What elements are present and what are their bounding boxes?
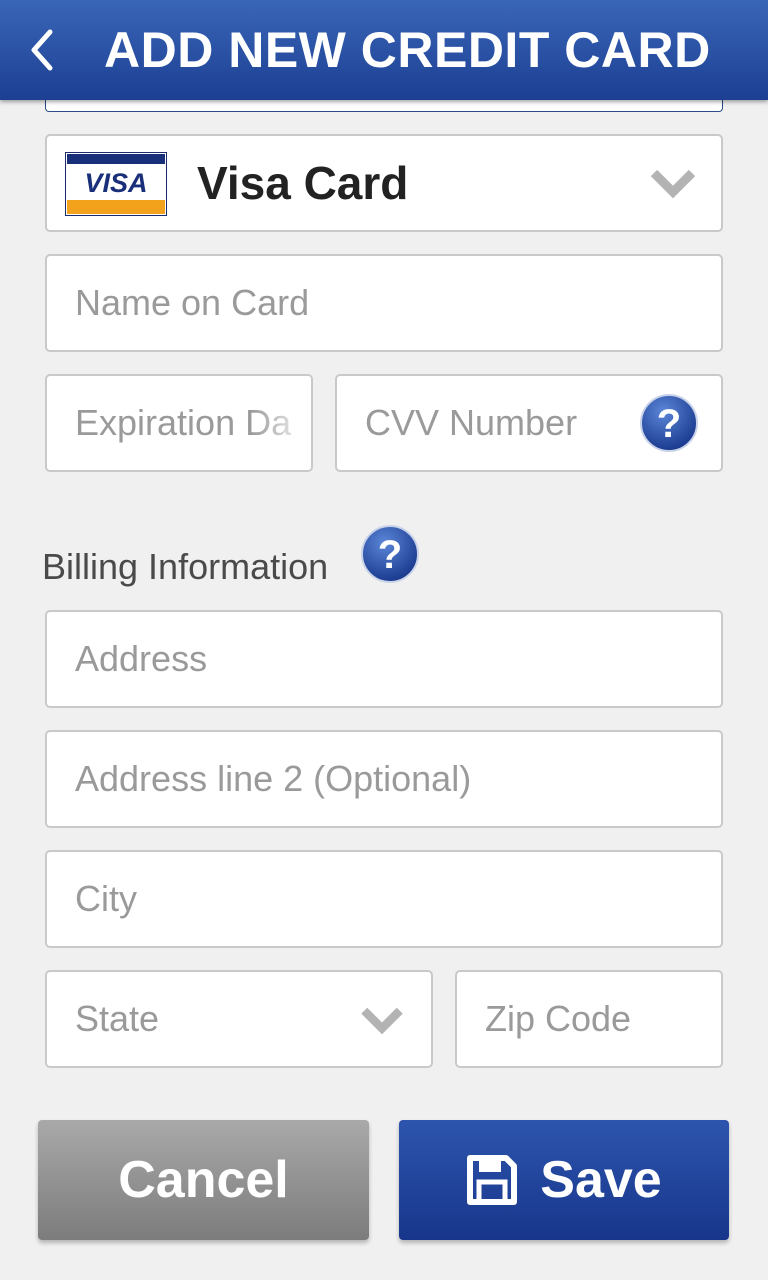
name-on-card-field[interactable]: Name on Card: [45, 254, 723, 352]
card-type-label: Visa Card: [197, 157, 409, 209]
cancel-button[interactable]: Cancel: [38, 1120, 369, 1240]
cvv-field[interactable]: CVV Number ?: [335, 374, 723, 472]
address-placeholder: Address: [75, 638, 208, 679]
cancel-button-label: Cancel: [118, 1151, 289, 1209]
zip-code-field[interactable]: Zip Code: [455, 970, 723, 1068]
floppy-disk-icon: [467, 1155, 518, 1205]
svg-text:?: ?: [657, 402, 681, 446]
app-header: ADD NEW CREDIT CARD: [0, 0, 768, 100]
state-placeholder: State: [75, 998, 160, 1039]
billing-information-label: Billing Information: [42, 546, 329, 587]
visa-logo: VISA: [65, 152, 167, 216]
cvv-placeholder: CVV Number: [365, 402, 578, 443]
question-mark-icon[interactable]: ?: [360, 524, 420, 584]
chevron-down-icon: [361, 1007, 403, 1034]
address-line-2-field[interactable]: Address line 2 (Optional): [45, 730, 723, 828]
chevron-left-icon[interactable]: [28, 28, 58, 72]
page-title: ADD NEW CREDIT CARD: [104, 22, 711, 78]
chevron-down-icon: [650, 169, 696, 198]
address-line-2-placeholder: Address line 2 (Optional): [75, 758, 472, 799]
name-on-card-placeholder: Name on Card: [75, 282, 310, 323]
address-field[interactable]: Address: [45, 610, 723, 708]
expiration-date-field[interactable]: Expiration Da: [45, 374, 313, 472]
save-button-label: Save: [540, 1151, 662, 1209]
zip-code-placeholder: Zip Code: [485, 998, 632, 1039]
visa-logo-text: VISA: [84, 168, 147, 198]
state-select[interactable]: State: [45, 970, 433, 1068]
card-type-select[interactable]: VISA Visa Card: [45, 134, 723, 232]
save-button[interactable]: Save: [399, 1120, 729, 1240]
city-placeholder: City: [75, 878, 137, 919]
question-mark-icon[interactable]: ?: [639, 393, 699, 453]
svg-text:?: ?: [378, 533, 402, 577]
city-field[interactable]: City: [45, 850, 723, 948]
text-fade: [251, 376, 311, 470]
